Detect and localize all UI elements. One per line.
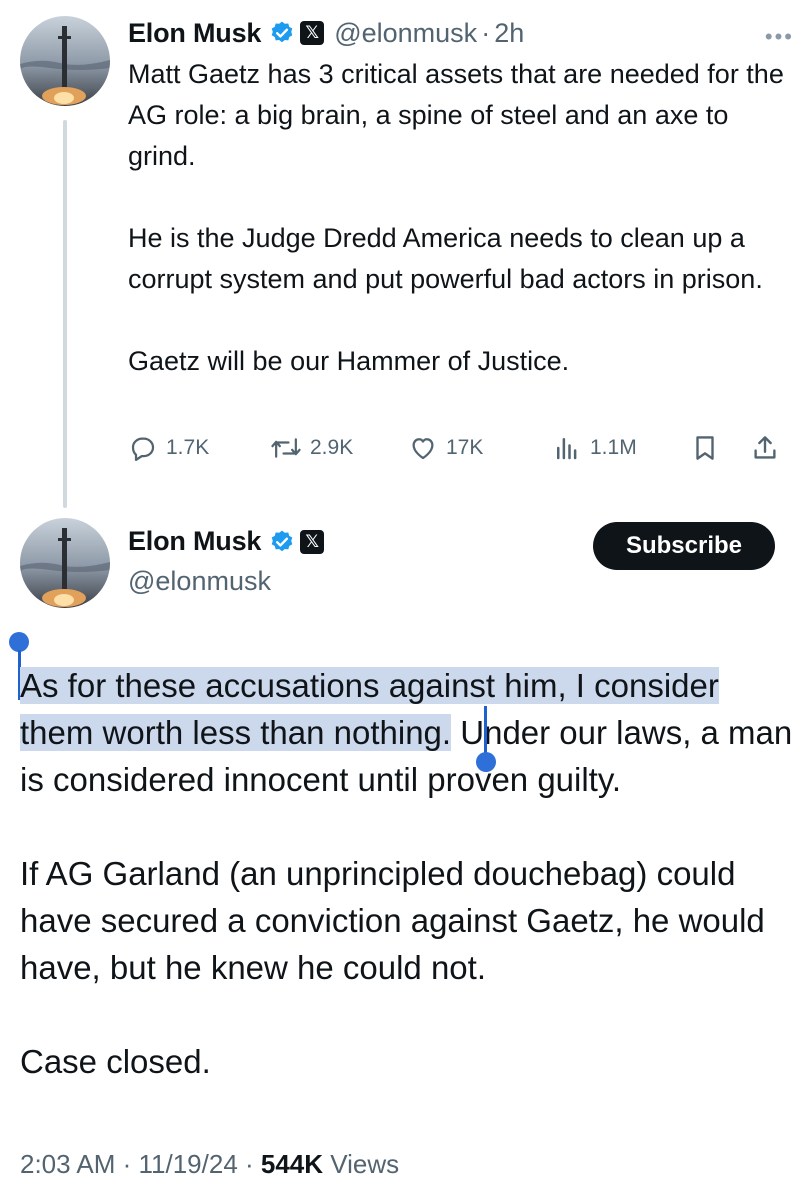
verified-badge-icon	[269, 20, 295, 46]
selection-end-handle[interactable]	[476, 752, 496, 772]
views-button[interactable]: 1.1M	[552, 428, 637, 468]
author-name[interactable]: Elon Musk	[128, 18, 261, 49]
avatar[interactable]	[20, 16, 110, 106]
tweet-paragraph: Matt Gaetz has 3 critical assets that ar…	[128, 59, 784, 171]
repost-button[interactable]: 2.9K	[270, 428, 353, 468]
like-button[interactable]: 17K	[408, 428, 483, 468]
subscribe-button[interactable]: Subscribe	[593, 522, 775, 570]
tweet-time[interactable]: 2h	[494, 18, 524, 49]
like-count: 17K	[446, 436, 484, 459]
reply-button[interactable]: 1.7K	[128, 428, 209, 468]
repost-count: 2.9K	[310, 436, 354, 459]
tweet-paragraph: Gaetz will be our Hammer of Justice.	[128, 346, 570, 376]
tweet-actions: 1.7K 2.9K 17K 1.1M	[128, 428, 788, 468]
repost-icon	[271, 438, 301, 458]
bookmark-icon	[696, 436, 714, 460]
selection-end-caret	[484, 706, 487, 754]
tweet1-text: Matt Gaetz has 3 critical assets that ar…	[128, 54, 788, 382]
x-affiliation-icon: 𝕏	[300, 529, 325, 554]
tweet-meta: 2:03 AM · 11/19/24 · 544K Views	[20, 1149, 399, 1180]
verified-badge-icon	[269, 529, 295, 555]
more-options-icon[interactable]: •••	[765, 24, 794, 50]
avatar[interactable]	[20, 518, 110, 608]
tweet2-text: As for these accusations against him, I …	[20, 662, 800, 1085]
separator: ·	[481, 17, 491, 48]
reply-count: 1.7K	[166, 436, 210, 459]
author-handle[interactable]: @elonmusk	[334, 18, 477, 49]
x-affiliation-icon: 𝕏	[300, 21, 325, 45]
thread-line	[63, 120, 67, 508]
tweet-paragraph: If AG Garland (an unprincipled douchebag…	[20, 855, 765, 986]
tweet2-header: Elon Musk 𝕏	[128, 526, 325, 557]
author-handle[interactable]: @elonmusk	[128, 566, 271, 597]
author-name[interactable]: Elon Musk	[128, 526, 261, 557]
tweet-paragraph: He is the Judge Dredd America needs to c…	[128, 223, 763, 294]
share-button[interactable]	[750, 428, 788, 468]
views-count: 1.1M	[590, 436, 637, 459]
tweet-paragraph: As for these accusations against him, I …	[20, 662, 800, 803]
bookmark-button[interactable]	[690, 428, 728, 468]
like-icon	[412, 438, 434, 460]
share-icon	[754, 436, 776, 459]
views-label: Views	[323, 1149, 400, 1179]
timestamp[interactable]: 2:03 AM · 11/19/24 ·	[20, 1149, 261, 1179]
selection-start-handle[interactable]	[9, 632, 29, 652]
views-count: 544K	[260, 1149, 324, 1179]
reply-icon	[131, 437, 155, 461]
tweet-paragraph: Case closed.	[20, 1043, 211, 1080]
tweet1-header: Elon Musk 𝕏 @elonmusk · 2h	[128, 14, 524, 52]
views-icon	[557, 438, 577, 460]
